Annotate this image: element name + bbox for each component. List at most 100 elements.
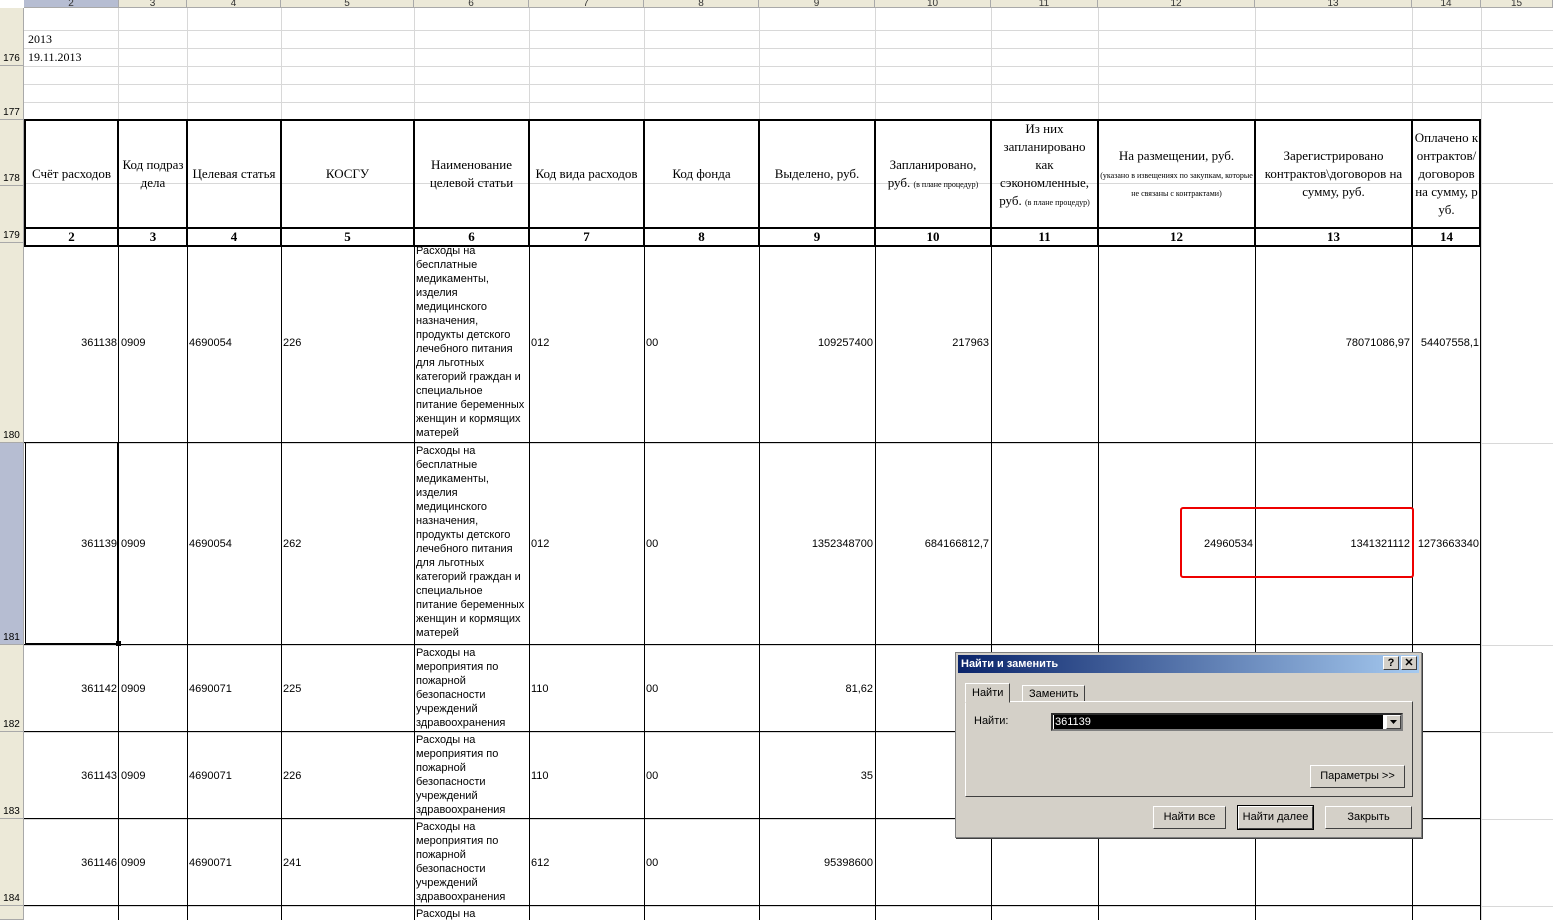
header-expense-type-code[interactable]: Код вида расходов — [529, 120, 644, 228]
column-header-14[interactable]: 14 — [1412, 0, 1481, 8]
dialog-title-bar[interactable]: Найти и заменить — [958, 655, 1419, 673]
cell-subdivision[interactable]: 0909 — [119, 443, 187, 645]
active-cell-selection[interactable] — [25, 442, 118, 644]
header-paid[interactable]: Оплачено контрактов/договоров на сумму, … — [1412, 120, 1481, 228]
cell-fund[interactable]: 00 — [644, 732, 759, 819]
close-button[interactable]: Закрыть — [1325, 806, 1412, 829]
column-header-2[interactable]: 2 — [24, 0, 119, 8]
tab-find[interactable]: Найти — [965, 683, 1011, 703]
row-header-185[interactable] — [0, 906, 24, 920]
header-planned[interactable]: Запланировано, руб. (в плане процедур) — [875, 120, 991, 228]
cell-expense-type[interactable]: 110 — [529, 645, 644, 732]
header-kosgu[interactable]: КОСГУ — [281, 120, 414, 228]
cell-fund[interactable]: 00 — [644, 819, 759, 906]
cell-planned[interactable]: 684166812,7 — [875, 443, 991, 645]
year-cell[interactable]: 2013 — [28, 32, 52, 47]
cell-target[interactable]: 4690071 — [187, 732, 281, 819]
cell-target-name[interactable]: Расходы на мероприятия по пожарной безоп… — [414, 732, 529, 819]
cell-target-name[interactable]: Расходы на мероприятия по пожарной безоп… — [414, 819, 529, 906]
cell-subdivision[interactable]: 0909 — [119, 645, 187, 732]
header-target-name[interactable]: Наименование целевой статьи — [414, 120, 529, 228]
row-header-181[interactable]: 181 — [0, 443, 24, 645]
cell-placement[interactable] — [1098, 243, 1255, 443]
cell-target-name[interactable]: Расходы на мероприятия по пожарной безоп… — [414, 645, 529, 732]
cell-expense-type[interactable]: 110 — [529, 732, 644, 819]
column-header-12[interactable]: 12 — [1098, 0, 1255, 8]
help-button[interactable]: ? — [1383, 656, 1399, 670]
column-header-7[interactable]: 7 — [529, 0, 644, 8]
column-header-10[interactable]: 10 — [875, 0, 991, 8]
find-input[interactable]: 361139 — [1051, 713, 1403, 731]
cell-fund[interactable]: 00 — [644, 443, 759, 645]
cell-target[interactable]: 4690054 — [187, 443, 281, 645]
header-placement[interactable]: На размещении, руб. (указано в извещениях… — [1098, 120, 1255, 228]
cell-paid[interactable]: 1273663340 — [1412, 443, 1481, 645]
cell-target[interactable]: 4690054 — [187, 243, 281, 443]
row-header-180[interactable]: 180 — [0, 243, 24, 443]
cell-paid[interactable]: 54407558,1 — [1412, 243, 1481, 443]
cell-subdivision[interactable]: 0909 — [119, 243, 187, 443]
cell-saved[interactable] — [991, 243, 1098, 443]
row-header-179[interactable]: 179 — [0, 186, 24, 243]
header-target-article[interactable]: Целевая статья — [187, 120, 281, 228]
cell-expense-type[interactable]: 012 — [529, 443, 644, 645]
cell-allocated[interactable]: 95398600 — [759, 819, 875, 906]
cell-allocated[interactable]: 1352348700 — [759, 443, 875, 645]
cell-kosgu[interactable]: 262 — [281, 443, 414, 645]
find-all-button[interactable]: Найти все — [1153, 806, 1226, 829]
cell-registered[interactable]: 78071086,97 — [1255, 243, 1412, 443]
cell-kosgu[interactable]: 226 — [281, 732, 414, 819]
dropdown-arrow-icon[interactable] — [1386, 715, 1401, 729]
cell-kosgu[interactable]: 226 — [281, 243, 414, 443]
find-replace-dialog[interactable]: Найти и заменить ? ✕ Найти Заменить Найт… — [955, 652, 1422, 838]
header-saved[interactable]: Из них запланировано как сэкономленные, … — [991, 120, 1098, 228]
cell-planned[interactable]: 217963 — [875, 243, 991, 443]
column-header-15[interactable]: 15 — [1481, 0, 1553, 8]
options-button[interactable]: Параметры >> — [1310, 765, 1405, 788]
cell-allocated[interactable]: 81,62 — [759, 645, 875, 732]
cell-target-name[interactable]: Расходы на бесплатные медикаменты, издел… — [414, 443, 529, 645]
column-header-3[interactable]: 3 — [119, 0, 187, 8]
close-icon[interactable]: ✕ — [1401, 656, 1417, 670]
cell-account[interactable]: 361142 — [24, 645, 119, 732]
header-registered[interactable]: Зарегистрировано контрактов\договоров на… — [1255, 120, 1412, 228]
cell-saved[interactable] — [991, 443, 1098, 645]
cell-expense-type[interactable]: 612 — [529, 819, 644, 906]
header-allocated[interactable]: Выделено, руб. — [759, 120, 875, 228]
column-header-13[interactable]: 13 — [1255, 0, 1412, 8]
cell-fund[interactable]: 00 — [644, 645, 759, 732]
date-cell[interactable]: 19.11.2013 — [28, 50, 82, 65]
cell-expense-type[interactable]: 012 — [529, 243, 644, 443]
row-header-182[interactable]: 182 — [0, 645, 24, 732]
column-header-4[interactable]: 4 — [187, 0, 281, 8]
column-header-8[interactable]: 8 — [644, 0, 759, 8]
cell-target[interactable]: 4690071 — [187, 645, 281, 732]
row-header-177[interactable]: 177 — [0, 66, 24, 120]
tab-replace[interactable]: Заменить — [1022, 685, 1086, 702]
row-header-178[interactable]: 178 — [0, 120, 24, 186]
cell-allocated[interactable]: 35 — [759, 732, 875, 819]
header-fund-code[interactable]: Код фонда — [644, 120, 759, 228]
header-account[interactable]: Счёт расходов — [24, 120, 119, 228]
cell-kosgu[interactable]: 225 — [281, 645, 414, 732]
cell-account[interactable]: 361143 — [24, 732, 119, 819]
column-header-11[interactable]: 11 — [991, 0, 1098, 8]
cell-target[interactable]: 4690071 — [187, 819, 281, 906]
cell-account[interactable]: 361146 — [24, 819, 119, 906]
cell-fund[interactable]: 00 — [644, 243, 759, 443]
column-header-9[interactable]: 9 — [759, 0, 875, 8]
cell-subdivision[interactable]: 0909 — [119, 819, 187, 906]
row-header-184[interactable]: 184 — [0, 819, 24, 906]
column-header-5[interactable]: 5 — [281, 0, 414, 8]
cell-subdivision[interactable]: 0909 — [119, 732, 187, 819]
find-next-button[interactable]: Найти далее — [1237, 805, 1314, 830]
cell-kosgu[interactable]: 241 — [281, 819, 414, 906]
fill-handle[interactable] — [116, 641, 121, 646]
row-header-176[interactable]: 176 — [0, 8, 24, 66]
header-subdivision-code[interactable]: Код подраздела — [119, 120, 187, 228]
cell-target-name-partial[interactable]: Расходы на — [414, 906, 529, 920]
column-header-6[interactable]: 6 — [414, 0, 529, 8]
row-header-183[interactable]: 183 — [0, 732, 24, 819]
cell-allocated[interactable]: 109257400 — [759, 243, 875, 443]
cell-account[interactable]: 361138 — [24, 243, 119, 443]
